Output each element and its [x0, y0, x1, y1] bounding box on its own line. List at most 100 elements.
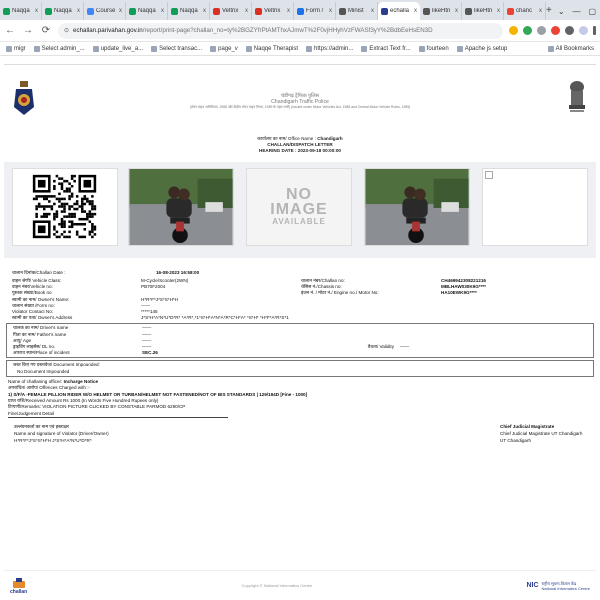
tab-label: Veltrix — [222, 8, 239, 14]
bookmark-label: Select admin_... — [41, 45, 85, 52]
owner-address-value: J*S*H*A*N*U*D*R* *A*R*,*1*S*H*A*N*A*R*C*… — [141, 315, 289, 321]
bookmark-item[interactable]: Select admin_... — [33, 45, 85, 52]
page-footer: challan Copyright © National Informatics… — [4, 570, 596, 600]
violator-label-hindi: उल्लंघनकर्ता का नाम एवं हस्ताक्षर — [14, 424, 69, 430]
menu-icon[interactable] — [593, 26, 596, 35]
tab-label: echalla — [390, 8, 410, 14]
forward-icon[interactable]: → — [22, 25, 34, 36]
document-header: चंडीगढ़ ट्रैफिक पुलिस Chandigarh Traffic… — [4, 64, 596, 134]
address-bar[interactable]: ⊙ echallan.parivahan.gov.in /report/prin… — [58, 22, 503, 39]
back-icon[interactable]: ← — [4, 25, 16, 36]
bookmark-item[interactable]: fourteen — [418, 45, 449, 52]
star-icon[interactable] — [509, 26, 518, 35]
browser-tab[interactable]: chanc x — [504, 2, 546, 20]
detail-row: अपराध स्थान/Place of incident SEC.26 — [7, 350, 593, 356]
bookmark-favicon — [456, 45, 463, 52]
bookmark-label: Extract Text fr... — [369, 45, 411, 52]
tab-favicon — [3, 7, 10, 15]
challan-document: चंडीगढ़ ट्रैफिक पुलिस Chandigarh Traffic… — [4, 64, 596, 600]
tab-close-icon[interactable]: x — [414, 8, 417, 14]
violation-photo-2[interactable] — [364, 168, 470, 246]
browser-tab[interactable]: Naqqa x — [0, 2, 42, 20]
no-image-line-3: AVAILABLE — [272, 217, 326, 226]
bookmark-item[interactable]: Select transac... — [151, 45, 202, 52]
nic-logo: NIC राष्ट्रीय सूचना-विज्ञान केंद्र Natio… — [526, 581, 590, 591]
extension-icon[interactable] — [537, 26, 546, 35]
tab-close-icon[interactable]: x — [77, 8, 80, 14]
url-host: echallan.parivahan.gov.in — [73, 27, 143, 34]
place-label: अपराध स्थान/Place of incident — [13, 350, 70, 356]
all-bookmarks-label: All Bookmarks — [555, 45, 594, 52]
maximize-icon[interactable]: ▢ — [589, 7, 597, 16]
browser-tab[interactable]: Form / x — [294, 2, 336, 20]
tab-search-icon[interactable]: ⌄ — [558, 7, 565, 16]
signature-section: उल्लंघनकर्ता का नाम एवं हस्ताक्षर Name a… — [10, 424, 590, 444]
site-info-icon[interactable]: ⊙ — [64, 27, 69, 34]
magistrate-place: UT Chandigarh — [500, 437, 532, 443]
nic-logo-mark: NIC — [526, 582, 539, 589]
url-path: /report/print-page?challan_no=ty%2BGZYfr… — [142, 27, 433, 34]
tab-close-icon[interactable]: x — [203, 8, 206, 14]
browser-tab[interactable]: Naqqa x — [168, 2, 210, 20]
tab-label: Minist — [348, 8, 364, 14]
tab-close-icon[interactable]: x — [371, 8, 374, 14]
bookmarks-bar: migr Select admin_... update_live_a... Sele… — [0, 42, 600, 56]
tab-label: likeHtn — [432, 8, 451, 14]
bookmark-item[interactable]: Extract Text fr... — [361, 45, 411, 52]
tab-close-icon[interactable]: x — [161, 8, 164, 14]
documents-value: No Document Impounded — [17, 368, 70, 374]
tab-favicon — [465, 7, 472, 15]
extensions-puzzle-icon[interactable] — [565, 26, 574, 35]
tab-label: Naqqa — [180, 8, 198, 14]
all-bookmarks-button[interactable]: All Bookmarks — [547, 45, 594, 52]
browser-tab[interactable]: likeHtn x — [462, 2, 504, 20]
bookmark-item[interactable]: Apache js setup — [456, 45, 507, 52]
echallan-logo-icon — [12, 577, 25, 588]
violation-photo-1[interactable] — [128, 168, 234, 246]
owner-address-label: स्वामी का पता/ Owner's Address — [12, 315, 73, 321]
place-value: SEC.26 — [142, 350, 158, 356]
bookmark-item[interactable]: Naqqe Therapist — [245, 45, 298, 52]
bookmark-item[interactable]: migr — [6, 45, 26, 52]
letter-label: CHALLAN/DISPATCH LETTER — [267, 142, 333, 147]
extension-icon[interactable] — [551, 26, 560, 35]
documents-impounded: जब्त किए गए दस्तावेज/ Document Impounded… — [6, 360, 594, 377]
challan-date-label: चालान दिनांक/Challan Date : — [12, 270, 66, 275]
browser-tab[interactable]: Minist x — [336, 2, 378, 20]
browser-tab[interactable]: Veltrix x — [252, 2, 294, 20]
qr-code — [12, 168, 118, 246]
tab-strip: Naqqa x Naqqa x Course x Naqqa x Naqqa x Veltrix x V… — [0, 0, 600, 20]
browser-tab[interactable]: likeHtn x — [420, 2, 462, 20]
detail-row: स्वामी का पता/ Owner's Address J*S*H*A*N… — [6, 315, 594, 321]
extension-icon[interactable] — [523, 26, 532, 35]
tab-close-icon[interactable]: x — [119, 8, 122, 14]
tab-close-icon[interactable]: x — [287, 8, 290, 14]
browser-tab[interactable]: Course x — [84, 2, 126, 20]
hearing-date: 2023-09-18 00:00:00 — [297, 148, 341, 153]
bookmark-item[interactable]: https://admin... — [306, 45, 353, 52]
remarks: टिप्पणी/Remarks: VIOLATION PICTURE CLICK… — [8, 404, 186, 410]
page-content: चंडीगढ़ ट्रैफिक पुलिस Chandigarh Traffic… — [0, 56, 600, 600]
tab-close-icon[interactable]: x — [539, 8, 542, 14]
bookmark-item[interactable]: page_v — [210, 45, 238, 52]
magistrate-title: Chief Judicial Magistrate — [500, 424, 555, 430]
tab-close-icon[interactable]: x — [245, 8, 248, 14]
challan-date-row: चालान दिनांक/Challan Date : 16-08-2023 1… — [6, 270, 594, 276]
minimize-icon[interactable]: — — [573, 7, 581, 16]
tab-favicon — [339, 7, 346, 15]
copyright: Copyright © National Informatics Centre — [241, 583, 313, 588]
tab-close-icon[interactable]: x — [35, 8, 38, 14]
browser-tab[interactable]: Veltrix x — [210, 2, 252, 20]
national-emblem-icon — [569, 81, 585, 112]
browser-tab[interactable]: Naqqa x — [126, 2, 168, 20]
browser-tab[interactable]: echalla x — [378, 2, 420, 20]
reload-icon[interactable]: ⟳ — [40, 25, 52, 36]
tab-close-icon[interactable]: x — [329, 8, 332, 14]
browser-tab[interactable]: Naqqa x — [42, 2, 84, 20]
bookmark-item[interactable]: update_live_a... — [92, 45, 143, 52]
profile-avatar[interactable] — [579, 26, 588, 35]
tab-favicon — [213, 7, 220, 15]
tab-close-icon[interactable]: x — [497, 8, 500, 14]
tab-close-icon[interactable]: x — [455, 8, 458, 14]
documents-value-row: No Document Impounded — [7, 369, 593, 375]
